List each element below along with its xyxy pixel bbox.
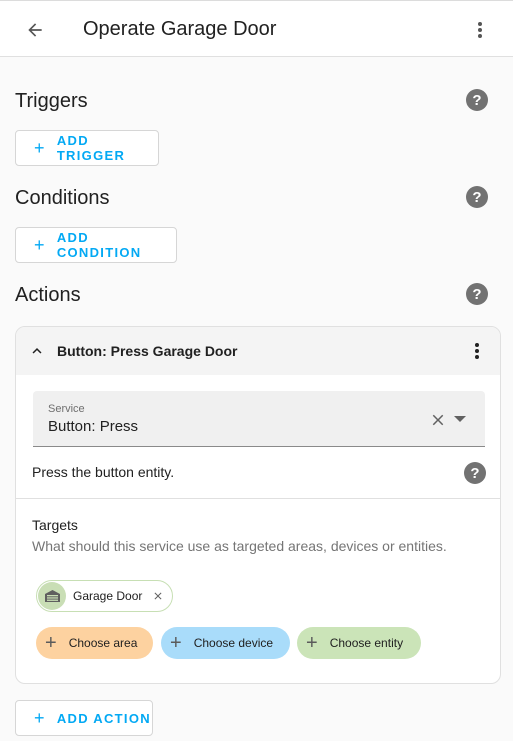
plus-icon: + (34, 138, 46, 158)
help-icon[interactable]: ? (466, 186, 488, 208)
chevron-up-icon[interactable] (28, 342, 46, 360)
action-card-title: Button: Press Garage Door (57, 343, 238, 359)
close-icon[interactable] (152, 590, 164, 602)
target-chip-garage-door[interactable]: Garage Door (36, 580, 173, 612)
garage-icon (38, 582, 66, 610)
add-condition-button[interactable]: + ADD CONDITION (15, 227, 177, 263)
choose-area-button[interactable]: + Choose area (36, 627, 153, 659)
service-select[interactable]: Service Button: Press (33, 391, 485, 447)
caret-down-icon[interactable] (454, 415, 466, 423)
choose-entity-label: Choose entity (329, 636, 404, 650)
arrow-left-icon (28, 23, 42, 37)
target-chip-label: Garage Door (73, 589, 143, 603)
action-menu-button[interactable] (468, 340, 486, 362)
choose-area-label: Choose area (68, 636, 138, 650)
plus-icon: + (45, 632, 57, 654)
add-condition-label: ADD CONDITION (56, 230, 142, 260)
top-app-bar: Operate Garage Door (0, 0, 513, 57)
action-card-header[interactable]: Button: Press Garage Door (16, 327, 500, 375)
page-title: Operate Garage Door (83, 18, 277, 40)
triggers-heading: Triggers (15, 90, 88, 112)
choose-device-button[interactable]: + Choose device (161, 627, 290, 659)
conditions-heading: Conditions (15, 187, 110, 209)
service-value: Button: Press (48, 418, 139, 435)
help-icon[interactable]: ? (466, 89, 488, 111)
help-icon[interactable]: ? (464, 462, 486, 484)
plus-icon: + (34, 235, 46, 255)
dots-vertical-icon (478, 22, 482, 38)
divider (16, 498, 500, 499)
add-trigger-button[interactable]: + ADD TRIGGER (15, 130, 159, 166)
close-icon[interactable] (429, 411, 447, 429)
plus-icon: + (170, 632, 182, 654)
service-label: Service (48, 403, 85, 415)
targets-label: Targets (32, 517, 78, 533)
service-description: Press the button entity. (32, 464, 175, 480)
overflow-menu-button[interactable] (466, 16, 494, 44)
back-button[interactable] (21, 16, 49, 44)
choose-device-label: Choose device (193, 636, 274, 650)
choose-entity-button[interactable]: + Choose entity (297, 627, 421, 659)
targets-description: What should this service use as targeted… (32, 538, 447, 554)
dots-vertical-icon (475, 343, 479, 359)
help-icon[interactable]: ? (466, 283, 488, 305)
add-action-label: ADD ACTION (56, 710, 151, 726)
add-trigger-label: ADD TRIGGER (56, 133, 126, 163)
plus-icon: + (34, 708, 46, 728)
actions-heading: Actions (15, 284, 81, 306)
plus-icon: + (306, 632, 318, 654)
add-action-button[interactable]: + ADD ACTION (15, 700, 153, 736)
action-card: Button: Press Garage Door Service Button… (15, 326, 501, 684)
